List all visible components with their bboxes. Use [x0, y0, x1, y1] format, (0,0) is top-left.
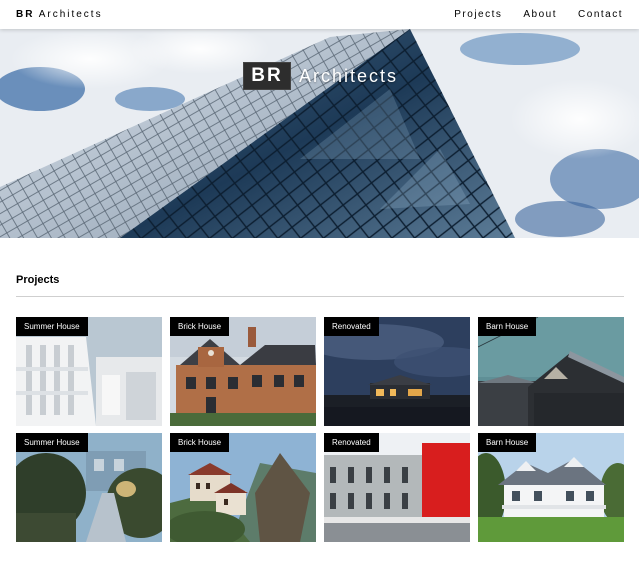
project-label: Summer House: [16, 317, 88, 336]
project-label: Barn House: [478, 433, 537, 452]
project-card[interactable]: Summer House: [16, 433, 162, 542]
top-nav-bar: BR Architects Projects About Contact: [0, 0, 639, 29]
project-label: Summer House: [16, 433, 88, 452]
brand-name: Architects: [38, 9, 103, 20]
project-label: Brick House: [170, 317, 230, 336]
hero-title: BR Architects: [243, 62, 398, 90]
nav-link-contact[interactable]: Contact: [578, 9, 623, 20]
project-label: Renovated: [324, 433, 379, 452]
hero-banner: BR Architects: [0, 29, 639, 238]
nav-link-about[interactable]: About: [523, 9, 557, 20]
brand-logo[interactable]: BR Architects: [16, 9, 103, 20]
project-label: Barn House: [478, 317, 537, 336]
brand-initials: BR: [16, 9, 35, 20]
project-card[interactable]: Barn House: [478, 317, 624, 426]
project-card[interactable]: Barn House: [478, 433, 624, 542]
section-divider: [16, 296, 624, 297]
project-card[interactable]: Renovated: [324, 433, 470, 542]
project-card[interactable]: Summer House: [16, 317, 162, 426]
main-nav: Projects About Contact: [454, 9, 623, 20]
projects-heading: Projects: [16, 274, 60, 286]
project-label: Renovated: [324, 317, 379, 336]
projects-grid: Summer House Brick House Renovated Barn …: [16, 317, 624, 542]
hero-logo-badge: BR: [243, 62, 291, 90]
hero-title-text: Architects: [299, 65, 399, 86]
hero-skyscraper-image: [0, 29, 639, 238]
project-card[interactable]: Brick House: [170, 433, 316, 542]
nav-link-projects[interactable]: Projects: [454, 9, 502, 20]
project-label: Brick House: [170, 433, 230, 452]
project-card[interactable]: Brick House: [170, 317, 316, 426]
project-card[interactable]: Renovated: [324, 317, 470, 426]
